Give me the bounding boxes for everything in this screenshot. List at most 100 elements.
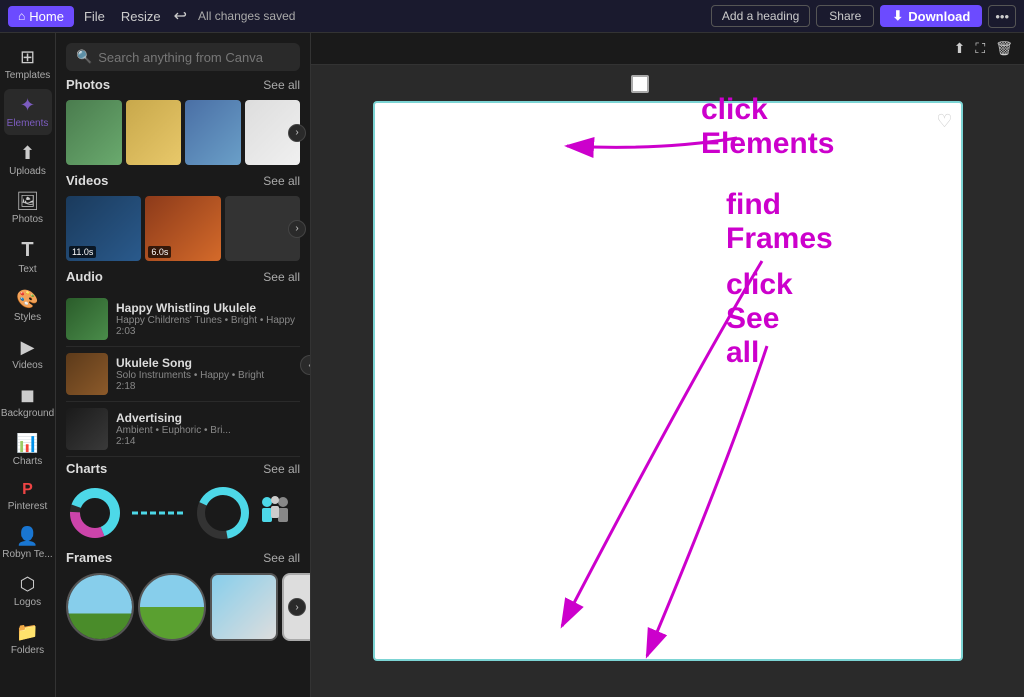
templates-icon: ⊞ bbox=[20, 47, 35, 68]
download-icon: ⬇ bbox=[892, 8, 903, 24]
logos-icon: ⬡ bbox=[20, 574, 36, 595]
audio-title-2: Ukulele Song bbox=[116, 356, 300, 370]
audio-title: Audio bbox=[66, 269, 103, 284]
sidebar-item-background[interactable]: ◼ Background bbox=[4, 379, 52, 425]
audio-section-header: Audio See all bbox=[66, 269, 300, 284]
text-label: Text bbox=[18, 264, 36, 275]
audio-see-all[interactable]: See all bbox=[263, 270, 300, 284]
frame-rect-1[interactable] bbox=[210, 573, 278, 641]
frames-section-header: Frames See all bbox=[66, 550, 300, 565]
chart-donut2[interactable] bbox=[194, 484, 252, 542]
photo-thumb-2[interactable] bbox=[126, 100, 182, 165]
sidebar-icons: ⊞ Templates ✦ Elements ⬆ Uploads 🖼 Photo… bbox=[0, 33, 56, 697]
audio-info-1: Happy Whistling Ukulele Happy Childrens'… bbox=[116, 301, 300, 337]
topbar-left: ⌂ Home File Resize ↩ All changes saved bbox=[8, 3, 707, 29]
audio-title-1: Happy Whistling Ukulele bbox=[116, 301, 300, 315]
audio-meta-3: Ambient • Euphoric • Bri... bbox=[116, 425, 300, 436]
photos-label: Photos bbox=[12, 214, 43, 225]
charts-see-all[interactable]: See all bbox=[263, 462, 300, 476]
uploads-label: Uploads bbox=[9, 166, 46, 177]
home-icon: ⌂ bbox=[18, 9, 25, 23]
videos-title: Videos bbox=[66, 173, 108, 188]
audio-info-3: Advertising Ambient • Euphoric • Bri... … bbox=[116, 411, 300, 447]
audio-item-1[interactable]: Happy Whistling Ukulele Happy Childrens'… bbox=[66, 292, 300, 347]
sidebar-item-photos[interactable]: 🖼 Photos bbox=[4, 185, 52, 231]
sidebar-item-videos[interactable]: ▶ Videos bbox=[4, 331, 52, 377]
search-bar: 🔍 bbox=[56, 33, 310, 77]
photos-next-arrow[interactable]: › bbox=[288, 124, 306, 142]
photos-icon: 🖼 bbox=[16, 191, 39, 212]
download-button[interactable]: ⬇ Download bbox=[880, 5, 982, 27]
sidebar-item-uploads[interactable]: ⬆ Uploads bbox=[4, 137, 52, 183]
sidebar-item-folders[interactable]: 📁 Folders bbox=[4, 616, 52, 662]
audio-item-3[interactable]: Advertising Ambient • Euphoric • Bri... … bbox=[66, 402, 300, 457]
elements-panel: 🔍 Photos See all › Videos See all bbox=[56, 33, 311, 697]
pinterest-icon: P bbox=[22, 481, 33, 499]
styles-label: Styles bbox=[14, 312, 41, 323]
text-icon: T bbox=[21, 239, 33, 262]
videos-grid: 11.0s 6.0s › bbox=[66, 196, 300, 261]
video-thumb-2[interactable]: 6.0s bbox=[145, 196, 220, 261]
sidebar-item-logos[interactable]: ⬡ Logos bbox=[4, 568, 52, 614]
photos-see-all[interactable]: See all bbox=[263, 78, 300, 92]
charts-section-header: Charts See all bbox=[66, 461, 300, 476]
sidebar-item-charts[interactable]: 📊 Charts bbox=[4, 427, 52, 473]
video-thumb-1[interactable]: 11.0s bbox=[66, 196, 141, 261]
sidebar-item-text[interactable]: T Text bbox=[4, 233, 52, 281]
audio-meta-2: Solo Instruments • Happy • Bright bbox=[116, 370, 300, 381]
topbar-right: Add a heading Share ⬇ Download ••• bbox=[711, 5, 1016, 28]
robyn-label: Robyn Te... bbox=[2, 549, 52, 560]
audio-thumb-3 bbox=[66, 408, 108, 450]
logos-label: Logos bbox=[14, 597, 41, 608]
undo-button[interactable]: ↩ bbox=[171, 3, 190, 29]
frame-circle-1[interactable] bbox=[66, 573, 134, 641]
videos-see-all[interactable]: See all bbox=[263, 174, 300, 188]
audio-duration-1: 2:03 bbox=[116, 326, 300, 337]
frame-circle-2[interactable] bbox=[138, 573, 206, 641]
folders-icon: 📁 bbox=[16, 622, 38, 643]
resize-button[interactable]: Resize bbox=[115, 6, 167, 27]
sidebar-item-pinterest[interactable]: P Pinterest bbox=[4, 475, 52, 518]
audio-meta-1: Happy Childrens' Tunes • Bright • Happy bbox=[116, 315, 300, 326]
sidebar-item-robyn[interactable]: 👤 Robyn Te... bbox=[4, 520, 52, 566]
canvas-delete-icon[interactable]: 🗑 bbox=[992, 37, 1016, 60]
search-input[interactable] bbox=[98, 50, 290, 65]
sidebar-item-templates[interactable]: ⊞ Templates bbox=[4, 41, 52, 87]
videos-label: Videos bbox=[12, 360, 42, 371]
canvas-checkbox[interactable] bbox=[631, 75, 649, 93]
chart-line[interactable] bbox=[130, 484, 188, 542]
canvas-upload-icon[interactable]: ⬆ bbox=[951, 37, 969, 60]
canvas-fullscreen-icon[interactable]: ⛶ bbox=[972, 37, 988, 60]
frames-next-arrow[interactable]: › bbox=[288, 598, 306, 616]
background-label: Background bbox=[1, 408, 54, 419]
frames-see-all[interactable]: See all bbox=[263, 551, 300, 565]
share-button[interactable]: Share bbox=[816, 5, 874, 27]
heart-button[interactable]: ♡ bbox=[936, 111, 952, 132]
search-input-wrap[interactable]: 🔍 bbox=[66, 43, 300, 71]
charts-icon: 📊 bbox=[16, 433, 38, 454]
audio-info-2: Ukulele Song Solo Instruments • Happy • … bbox=[116, 356, 300, 392]
photo-thumb-1[interactable] bbox=[66, 100, 122, 165]
photo-thumb-3[interactable] bbox=[185, 100, 241, 165]
charts-title: Charts bbox=[66, 461, 107, 476]
chart-donut[interactable] bbox=[66, 484, 124, 542]
sidebar-item-styles[interactable]: 🎨 Styles bbox=[4, 283, 52, 329]
elements-icon: ✦ bbox=[20, 95, 35, 116]
video-duration-1: 11.0s bbox=[69, 246, 96, 258]
file-button[interactable]: File bbox=[78, 6, 111, 27]
home-label: Home bbox=[29, 9, 64, 24]
canvas-area: ⬆ ⛶ 🗑 ♡ click Elements find Frames click… bbox=[311, 33, 1024, 697]
chart-people[interactable] bbox=[258, 484, 300, 542]
sidebar-item-elements[interactable]: ✦ Elements bbox=[4, 89, 52, 135]
videos-next-arrow[interactable]: › bbox=[288, 220, 306, 238]
audio-thumb-2 bbox=[66, 353, 108, 395]
folders-label: Folders bbox=[11, 645, 44, 656]
uploads-icon: ⬆ bbox=[20, 143, 35, 164]
home-button[interactable]: ⌂ Home bbox=[8, 6, 74, 27]
more-options-button[interactable]: ••• bbox=[988, 5, 1016, 28]
audio-item-2[interactable]: Ukulele Song Solo Instruments • Happy • … bbox=[66, 347, 300, 402]
styles-icon: 🎨 bbox=[16, 289, 38, 310]
add-heading-button[interactable]: Add a heading bbox=[711, 5, 810, 27]
saved-status: All changes saved bbox=[198, 9, 295, 23]
photos-section-header: Photos See all bbox=[66, 77, 300, 92]
